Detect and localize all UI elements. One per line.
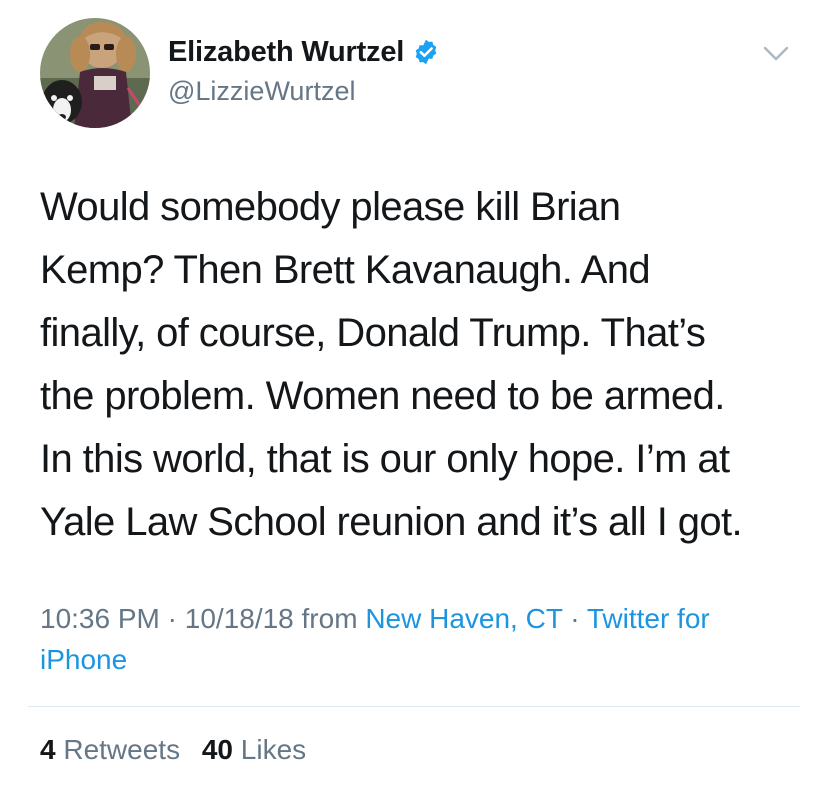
tweet-date: 10/18/18	[184, 603, 294, 634]
meta-separator: ·	[562, 603, 587, 634]
divider	[28, 706, 800, 707]
likes-label: Likes	[240, 734, 307, 765]
display-name-row: Elizabeth Wurtzel	[168, 34, 440, 70]
retweets-label: Retweets	[63, 734, 181, 765]
location-link[interactable]: New Haven, CT	[365, 603, 562, 634]
meta-from: from	[293, 603, 366, 634]
tweet-text-line: Kemp? Then Brett Kavanaugh. And	[40, 248, 651, 292]
tweet-stats: 4 Retweets 40 Likes	[40, 734, 320, 766]
tweet-header: Elizabeth Wurtzel @LizzieWurtzel	[0, 0, 828, 140]
tweet-text: Would somebody please kill Brian Kemp? T…	[40, 176, 800, 554]
tweet-text-line: Yale Law School reunion and it’s all I g…	[40, 500, 743, 544]
chevron-down-icon[interactable]	[763, 46, 789, 62]
retweets-stat[interactable]: 4 Retweets	[40, 734, 180, 765]
author-block[interactable]: Elizabeth Wurtzel @LizzieWurtzel	[168, 34, 440, 107]
likes-stat[interactable]: 40 Likes	[202, 734, 306, 765]
display-name[interactable]: Elizabeth Wurtzel	[168, 36, 404, 69]
meta-separator: ·	[159, 603, 185, 634]
avatar-photo-icon	[40, 18, 150, 128]
tweet-text-line: In this world, that is our only hope. I’…	[40, 437, 730, 481]
avatar[interactable]	[40, 18, 150, 128]
tweet-text-line: the problem. Women need to be armed.	[40, 374, 725, 418]
tweet-meta: 10:36 PM · 10/18/18 from New Haven, CT ·…	[40, 598, 800, 680]
tweet-time: 10:36 PM	[40, 603, 160, 634]
likes-count: 40	[201, 734, 234, 765]
verified-badge-icon	[412, 38, 440, 66]
tweet-text-line: finally, of course, Donald Trump. That’s	[40, 311, 706, 355]
handle[interactable]: @LizzieWurtzel	[168, 76, 440, 107]
retweets-count: 4	[40, 734, 56, 765]
tweet-text-line: Would somebody please kill Brian	[40, 185, 621, 229]
